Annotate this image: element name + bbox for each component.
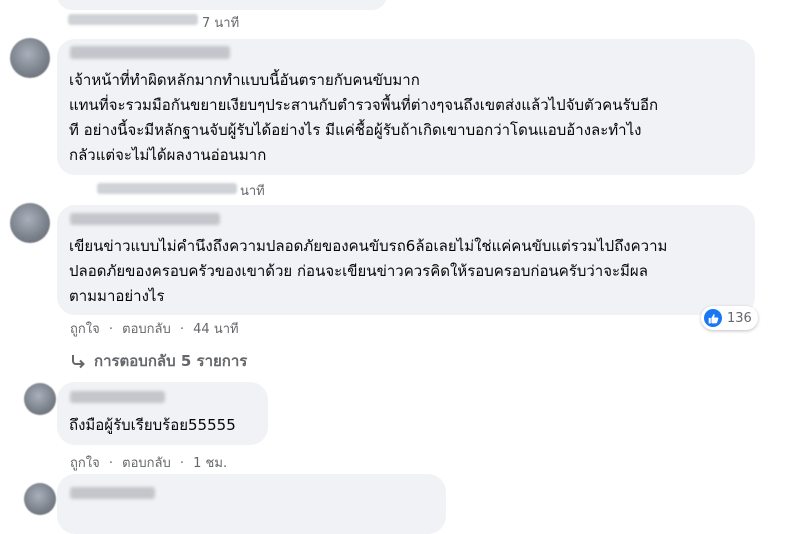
like-link[interactable]: ถูกใจ — [70, 456, 100, 471]
commenter-name-blurred[interactable] — [70, 46, 230, 59]
separator: · — [179, 322, 185, 337]
reply-link[interactable]: ตอบกลับ — [122, 322, 171, 337]
avatar[interactable] — [24, 383, 56, 415]
thumbs-up-icon — [704, 309, 722, 327]
avatar[interactable] — [24, 483, 56, 515]
commenter-name-blurred[interactable] — [70, 213, 220, 225]
comment-time-1[interactable]: นาที — [240, 180, 265, 201]
comment-actions-3: ถูกใจ · ตอบกลับ · 1 ชม. — [70, 452, 227, 473]
comment-line: เขียนข่าวแบบไม่คำนึงถึงความปลอดภัยของคนข… — [69, 237, 668, 255]
comment-bubble-0 — [57, 0, 387, 10]
reply-link[interactable]: ตอบกลับ — [122, 456, 171, 471]
comment-time[interactable]: 1 ชม. — [193, 456, 227, 471]
view-replies-button[interactable]: การตอบกลับ 5 รายการ — [70, 349, 247, 373]
reaction-count: 136 — [727, 310, 752, 326]
comment-time[interactable]: 44 นาที — [193, 322, 238, 337]
comment-line: กลัวแต่จะไม่ได้ผลงานอ่อนมาก — [69, 146, 267, 164]
comment-line: ตามมาอย่างไร — [69, 287, 165, 305]
separator: · — [108, 322, 113, 337]
reply-arrow-icon — [72, 355, 85, 369]
like-link[interactable]: ถูกใจ — [70, 322, 100, 337]
comment-line: ถึงมือผู้รับเรียบร้อย55555 — [69, 416, 236, 434]
comment-bubble-4 — [57, 474, 446, 534]
view-replies-label: การตอบกลับ 5 รายการ — [94, 352, 248, 370]
avatar[interactable] — [10, 38, 50, 78]
comment-time-0[interactable]: 7 นาที — [202, 12, 239, 33]
comment-meta-blurred-0 — [68, 14, 198, 25]
comment-actions-2: ถูกใจ · ตอบกลับ · 44 นาที — [70, 318, 239, 339]
comment-line: ที อย่างนี้จะมีหลักฐานจับผู้รับได้อย่างไ… — [69, 121, 642, 139]
comment-line: เจ้าหน้าที่ทำผิดหลักมากทำแบบนี้อันตรายกั… — [69, 71, 420, 89]
separator: · — [179, 456, 185, 471]
comment-line: แทนที่จะรวมมือกันขยายเงียบๆประสานกับตำรว… — [69, 96, 659, 114]
comment-meta-blurred-1 — [97, 183, 237, 194]
reaction-summary[interactable]: 136 — [701, 306, 758, 330]
commenter-name-blurred[interactable] — [70, 391, 165, 403]
avatar[interactable] — [10, 203, 50, 243]
commenter-name-blurred[interactable] — [70, 487, 155, 499]
comment-line: ปลอดภัยของครอบครัวของเขาด้วย ก่อนจะเขียน… — [69, 262, 648, 280]
separator: · — [108, 456, 113, 471]
